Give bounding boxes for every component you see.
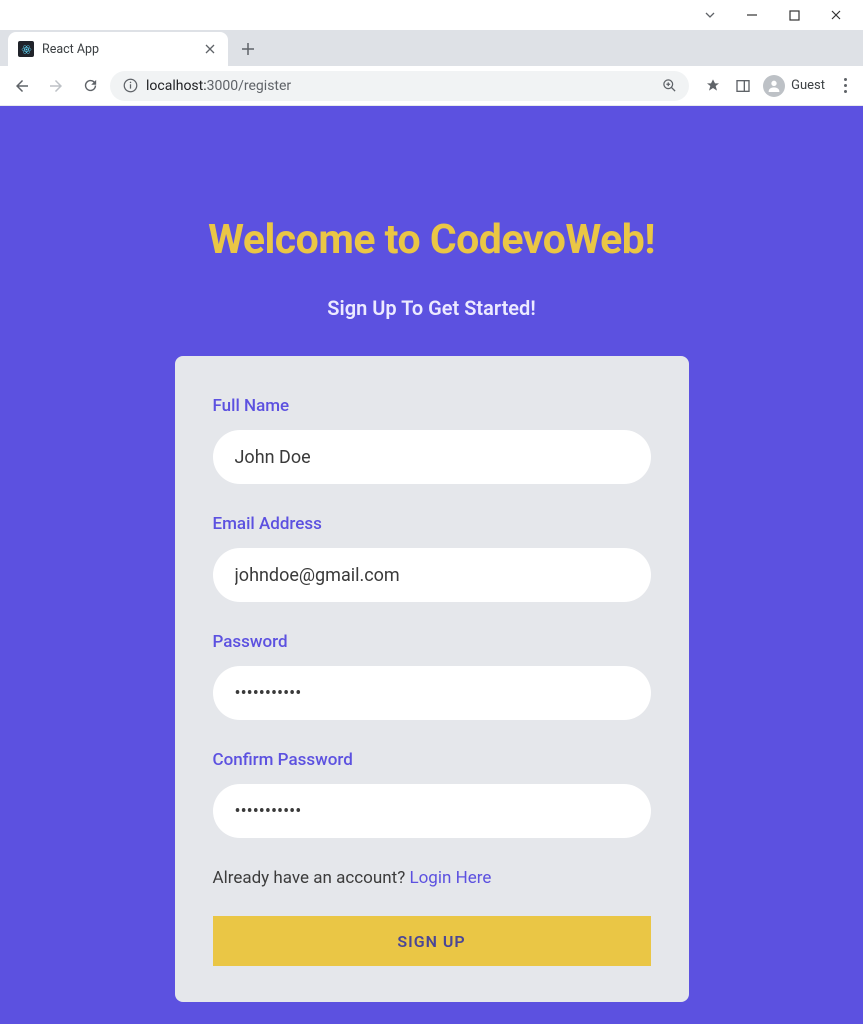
login-prompt-row: Already have an account? Login Here [213,868,651,888]
reload-button[interactable] [76,72,104,100]
chevron-down-icon[interactable] [703,8,717,22]
new-tab-button[interactable] [234,35,262,63]
profile-button[interactable]: Guest [763,75,825,97]
minimize-button[interactable] [745,8,759,22]
avatar-icon [763,75,785,97]
browser-toolbar: localhost:3000/register Guest [0,66,863,106]
tab-strip: React App [0,30,863,66]
page-content: Welcome to CodevoWeb! Sign Up To Get Sta… [0,106,863,1024]
confirm-password-label: Confirm Password [213,750,651,770]
forward-button[interactable] [42,72,70,100]
login-prompt-text: Already have an account? [213,868,410,888]
browser-tab[interactable]: React App [8,32,228,66]
info-icon[interactable] [122,78,138,94]
back-button[interactable] [8,72,36,100]
tab-close-icon[interactable] [202,41,218,57]
signup-card: Full Name Email Address Password Confirm… [175,356,689,1002]
maximize-button[interactable] [787,8,801,22]
extensions-icon[interactable] [703,76,723,96]
fullname-label: Full Name [213,396,651,416]
react-favicon-icon [18,41,34,57]
panel-icon[interactable] [733,76,753,96]
close-button[interactable] [829,8,843,22]
password-label: Password [213,632,651,652]
confirm-password-input[interactable] [213,784,651,838]
address-bar[interactable]: localhost:3000/register [110,71,689,101]
window-controls [0,0,863,30]
signup-button[interactable]: SIGN UP [213,916,651,966]
menu-button[interactable] [835,78,855,93]
page-headline: Welcome to CodevoWeb! [208,216,655,264]
tab-title: React App [42,42,194,57]
url-text: localhost:3000/register [146,78,291,94]
login-link[interactable]: Login Here [409,868,491,888]
password-input[interactable] [213,666,651,720]
email-input[interactable] [213,548,651,602]
profile-label: Guest [791,78,825,93]
page-subhead: Sign Up To Get Started! [327,296,535,320]
fullname-input[interactable] [213,430,651,484]
email-label: Email Address [213,514,651,534]
zoom-icon[interactable] [661,78,677,94]
